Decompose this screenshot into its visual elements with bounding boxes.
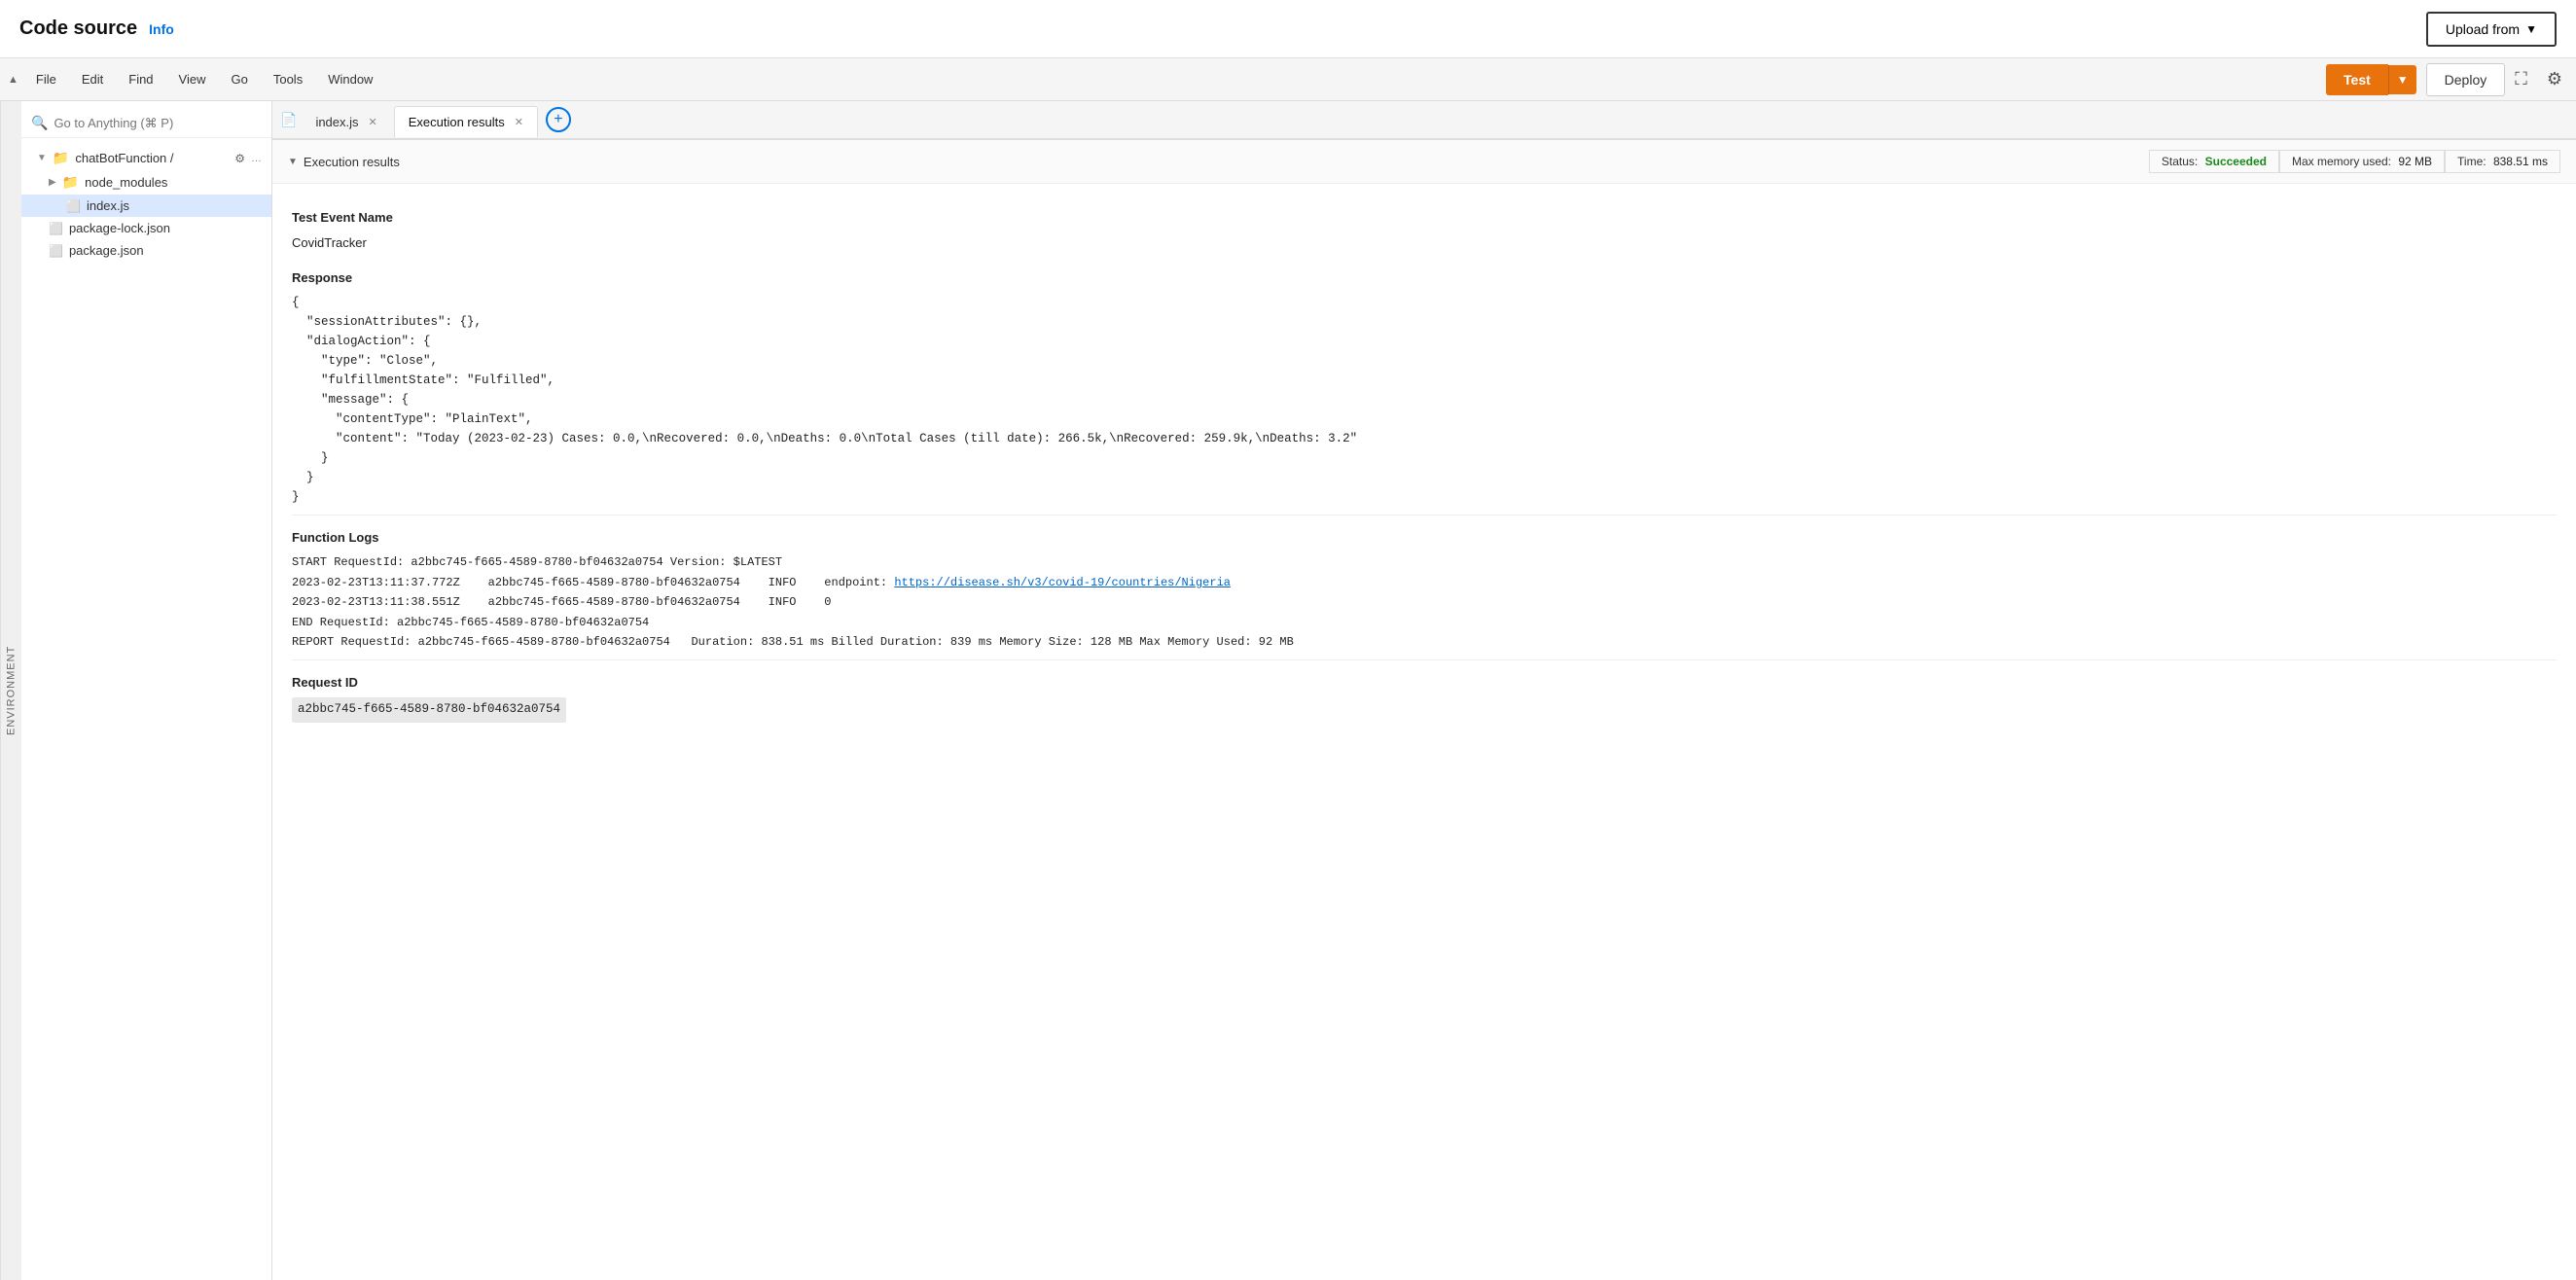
top-header: Code source Info Upload from ▼ [0, 0, 2576, 58]
test-btn-group: Test ▼ [2326, 64, 2416, 95]
results-header-left: ▼ Execution results [288, 155, 400, 169]
time-box: Time: 838.51 ms [2445, 150, 2560, 173]
upload-from-button[interactable]: Upload from ▼ [2426, 12, 2557, 47]
tree-item-chatbotfunction[interactable]: ▼ 📁 chatBotFunction / ⚙ … [21, 146, 271, 170]
header-left: Code source Info [19, 18, 174, 40]
file-tab-icon: 📄 [280, 112, 297, 128]
log-line-5: REPORT RequestId: a2bbc745-f665-4589-878… [292, 635, 1294, 649]
test-dropdown-button[interactable]: ▼ [2388, 65, 2416, 94]
fullscreen-button[interactable]: ⛶ [2509, 65, 2533, 93]
tab-close-icon[interactable]: ✕ [515, 116, 523, 128]
response-json: { "sessionAttributes": {}, "dialogAction… [292, 293, 2557, 507]
upload-btn-label: Upload from [2446, 21, 2520, 37]
results-panel: ▼ Execution results Status: Succeeded Ma… [272, 140, 2576, 1280]
log-line-3: 2023-02-23T13:11:38.551Z a2bbc745-f665-4… [292, 595, 832, 609]
search-input[interactable] [54, 116, 262, 130]
chevron-right-icon: ▶ [49, 177, 56, 188]
log-line-4: END RequestId: a2bbc745-f665-4589-8780-b… [292, 616, 649, 629]
deploy-button[interactable]: Deploy [2426, 63, 2506, 96]
file-icon: ⬜ [66, 199, 81, 213]
tree-item-index-js[interactable]: ⬜ index.js [21, 195, 271, 217]
add-tab-button[interactable]: + [546, 107, 571, 132]
log-block: START RequestId: a2bbc745-f665-4589-8780… [292, 552, 2557, 652]
sidebar-content: 🔍 ▼ 📁 chatBotFunction / ⚙ … ▶ 📁 [21, 101, 271, 1280]
menu-file[interactable]: File [24, 66, 68, 92]
menu-tools[interactable]: Tools [262, 66, 314, 92]
file-tree: ▼ 📁 chatBotFunction / ⚙ … ▶ 📁 node_modul… [21, 142, 271, 266]
time-value: 838.51 ms [2493, 155, 2548, 168]
tree-item-label: package.json [69, 243, 144, 258]
collapse-icon: ▲ [8, 74, 18, 86]
status-box: Status: Succeeded [2149, 150, 2279, 173]
menu-bar-right: ⛶ ⚙ [2509, 65, 2568, 93]
memory-box: Max memory used: 92 MB [2279, 150, 2445, 173]
test-button[interactable]: Test [2326, 64, 2388, 95]
tree-item-ellipsis: … [251, 153, 262, 164]
tab-bar: 📄 index.js ✕ Execution results ✕ + [272, 101, 2576, 140]
environment-label: Environment [0, 101, 21, 1280]
results-body: Test Event Name CovidTracker Response { … [272, 184, 2576, 738]
editor-area: 📄 index.js ✕ Execution results ✕ + ▼ Exe… [272, 101, 2576, 1280]
file-icon: ⬜ [49, 244, 63, 258]
collapse-icon: ▼ [288, 157, 298, 167]
test-event-title: Test Event Name [292, 207, 2557, 229]
logs-title: Function Logs [292, 527, 2557, 549]
menu-bar: ▲ File Edit Find View Go Tools Window Te… [0, 58, 2576, 101]
response-title: Response [292, 267, 2557, 289]
time-label: Time: [2457, 155, 2487, 168]
tree-item-package-json[interactable]: ⬜ package.json [21, 239, 271, 262]
chevron-down-icon: ▼ [37, 153, 47, 163]
sidebar: Environment 🔍 ▼ 📁 chatBotFunction / ⚙ … [0, 101, 272, 1280]
endpoint-link[interactable]: https://disease.sh/v3/covid-19/countries… [894, 576, 1231, 589]
folder-icon: 📁 [53, 150, 69, 166]
tree-item-node-modules[interactable]: ▶ 📁 node_modules [21, 170, 271, 195]
app-title: Code source [19, 18, 137, 40]
results-panel-title: Execution results [304, 155, 400, 169]
tab-label: index.js [315, 115, 358, 129]
log-line-2: 2023-02-23T13:11:37.772Z a2bbc745-f665-4… [292, 576, 1231, 589]
tree-item-label: index.js [87, 198, 129, 213]
search-bar: 🔍 [21, 109, 271, 138]
results-header: ▼ Execution results Status: Succeeded Ma… [272, 140, 2576, 184]
tree-item-label: node_modules [85, 175, 167, 190]
menu-window[interactable]: Window [316, 66, 384, 92]
tab-label: Execution results [409, 115, 505, 129]
search-icon: 🔍 [31, 115, 48, 131]
folder-icon: 📁 [62, 174, 79, 191]
tab-close-icon[interactable]: ✕ [369, 116, 377, 128]
results-header-right: Status: Succeeded Max memory used: 92 MB… [2149, 150, 2560, 173]
file-icon: ⬜ [49, 222, 63, 235]
status-label: Status: [2162, 155, 2198, 168]
log-line-1: START RequestId: a2bbc745-f665-4589-8780… [292, 555, 782, 569]
tab-index-js[interactable]: index.js ✕ [301, 106, 391, 137]
tree-item-label: chatBotFunction / [75, 151, 173, 165]
menu-view[interactable]: View [167, 66, 218, 92]
status-value: Succeeded [2205, 155, 2267, 168]
settings-button[interactable]: ⚙ [2541, 65, 2568, 93]
menu-bar-left: ▲ File Edit Find View Go Tools Window [8, 66, 2322, 92]
test-event-name: CovidTracker [292, 232, 2557, 254]
chevron-down-icon: ▼ [2525, 22, 2537, 36]
menu-find[interactable]: Find [117, 66, 164, 92]
main-layout: Environment 🔍 ▼ 📁 chatBotFunction / ⚙ … [0, 101, 2576, 1280]
info-button[interactable]: Info [149, 21, 174, 37]
request-id-title: Request ID [292, 672, 2557, 693]
tab-execution-results[interactable]: Execution results ✕ [394, 106, 538, 137]
tree-item-package-lock[interactable]: ⬜ package-lock.json [21, 217, 271, 239]
tree-item-label: package-lock.json [69, 221, 170, 235]
memory-label: Max memory used: [2292, 155, 2391, 168]
menu-go[interactable]: Go [220, 66, 260, 92]
menu-edit[interactable]: Edit [70, 66, 115, 92]
gear-icon[interactable]: ⚙ [234, 152, 245, 165]
request-id-value: a2bbc745-f665-4589-8780-bf04632a0754 [292, 697, 566, 722]
memory-value: 92 MB [2398, 155, 2432, 168]
